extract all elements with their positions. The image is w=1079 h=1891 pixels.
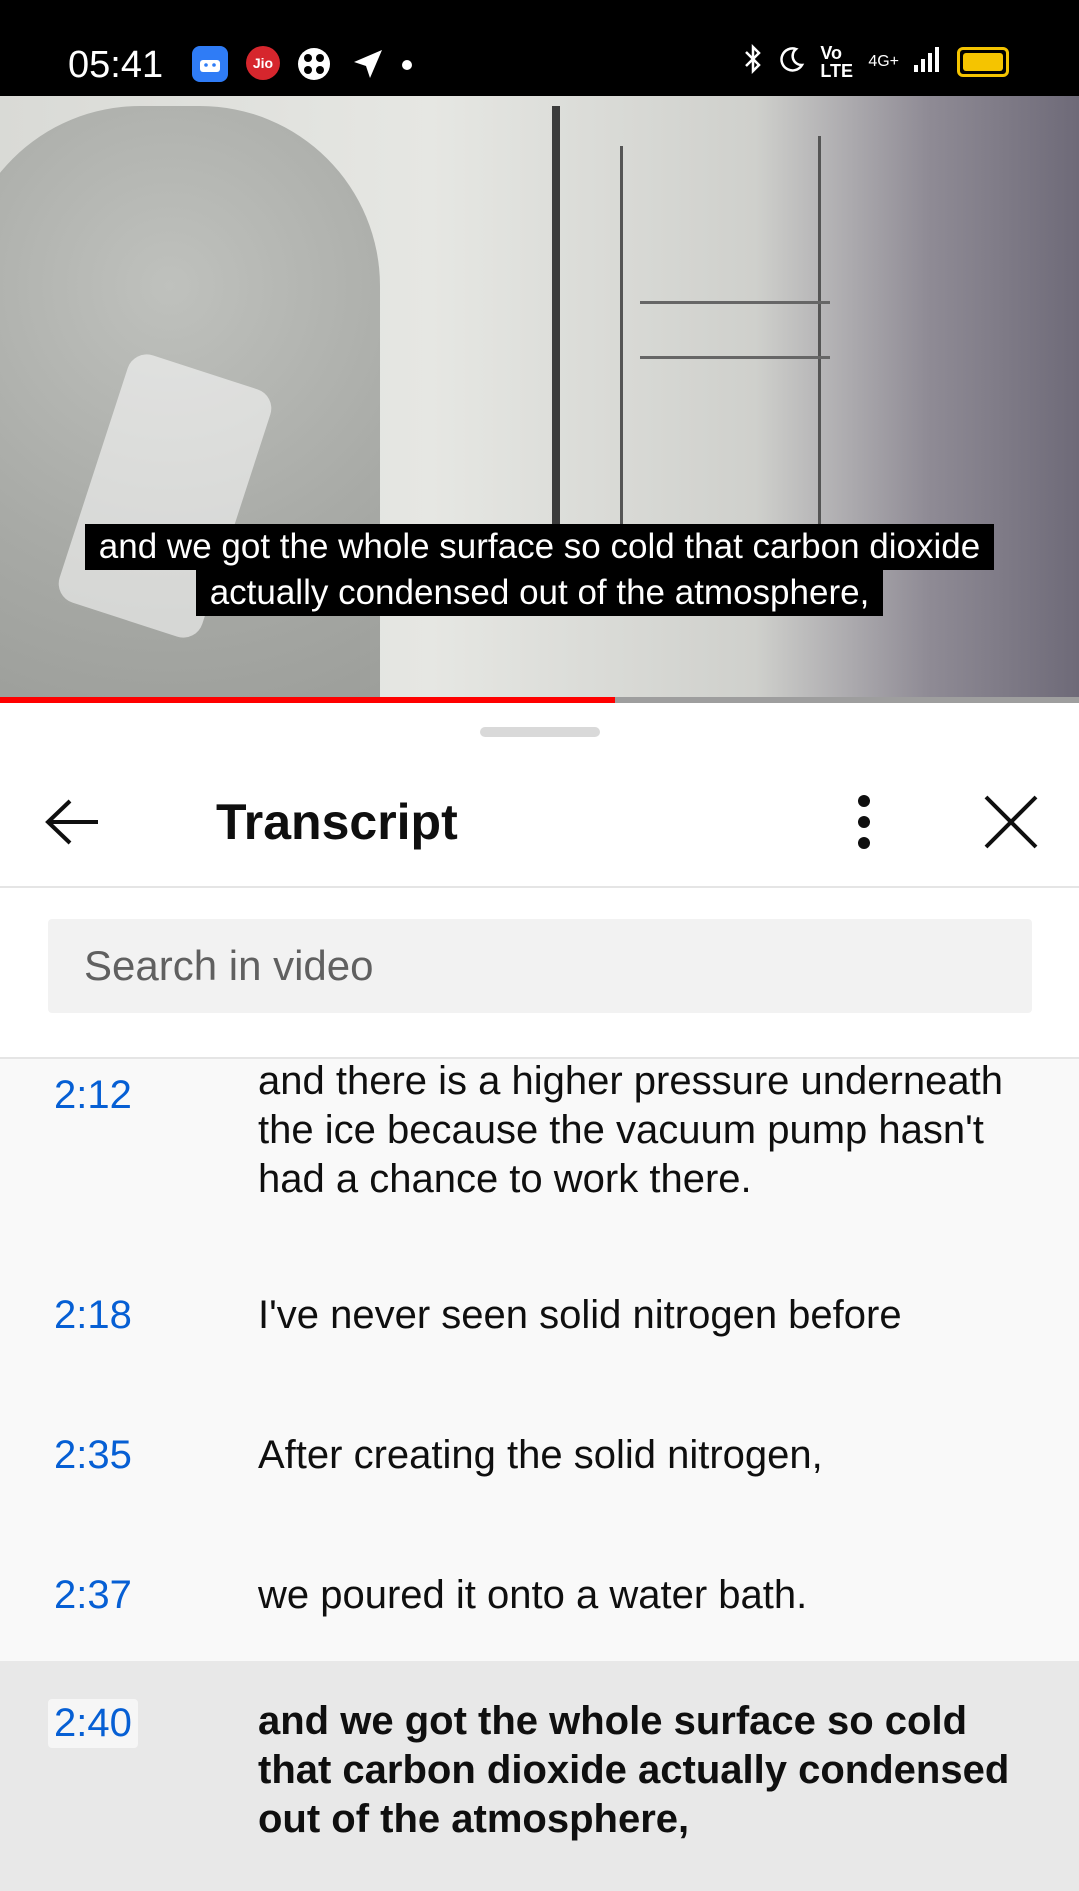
board-plate-bottom	[640, 356, 830, 359]
caption-line-1: and we got the whole surface so cold tha…	[84, 524, 995, 570]
more-options-button[interactable]	[842, 787, 886, 857]
segment-text: we poured it onto a water bath.	[258, 1573, 808, 1617]
signal-label: 4G+	[868, 53, 899, 70]
transcript-segment[interactable]: 2:18 I've never seen solid nitrogen befo…	[0, 1241, 1079, 1381]
app-icon	[192, 46, 228, 82]
status-time: 05:41	[68, 44, 164, 86]
segment-timestamp[interactable]: 2:37	[48, 1571, 138, 1620]
video-captions: and we got the whole surface so cold tha…	[0, 524, 1079, 616]
board-tube-left	[620, 146, 623, 536]
transcript-segment[interactable]: 2:12 and there is a higher pressure unde…	[0, 1059, 1079, 1241]
back-arrow-icon	[45, 799, 98, 845]
navigation-icon	[350, 46, 386, 82]
caption-line-2: actually condensed out of the atmosphere…	[195, 570, 884, 616]
game-icon	[296, 46, 332, 82]
video-player[interactable]: and we got the whole surface so cold tha…	[0, 96, 1079, 699]
bluetooth-icon	[742, 43, 764, 80]
back-button[interactable]	[40, 787, 110, 857]
close-icon	[984, 795, 1038, 849]
transcript-list: 2:12 and there is a higher pressure unde…	[0, 1059, 1079, 1891]
transcript-segment[interactable]: 2:37 we poured it onto a water bath.	[0, 1521, 1079, 1661]
transcript-segment-active[interactable]: 2:40 and we got the whole surface so col…	[0, 1661, 1079, 1891]
more-vertical-icon	[858, 795, 870, 849]
moon-icon	[778, 45, 806, 79]
segment-text: and there is a higher pressure underneat…	[258, 1059, 1003, 1201]
notification-dot-icon	[402, 60, 412, 70]
segment-timestamp[interactable]: 2:18	[48, 1291, 138, 1340]
segment-timestamp[interactable]: 2:12	[48, 1071, 138, 1120]
segment-text: I've never seen solid nitrogen before	[258, 1293, 902, 1337]
segment-text: and we got the whole surface so cold tha…	[258, 1699, 1010, 1841]
board-frame-left	[552, 106, 560, 536]
signal-icon	[913, 45, 943, 79]
transcript-header: Transcript	[0, 751, 1079, 886]
segment-text: After creating the solid nitrogen,	[258, 1433, 823, 1477]
segment-timestamp[interactable]: 2:40	[48, 1699, 138, 1748]
board-plate-top	[640, 301, 830, 304]
drag-handle[interactable]	[480, 727, 600, 737]
search-input[interactable]	[48, 919, 1032, 1013]
status-bar: 05:41 Jio Vo LTE 4G+	[0, 0, 1079, 96]
panel-title: Transcript	[216, 794, 458, 850]
transcript-panel: Transcript 2:12 and there is a higher pr…	[0, 703, 1079, 1891]
segment-timestamp[interactable]: 2:35	[48, 1431, 138, 1480]
network-label: Vo LTE	[820, 43, 853, 81]
close-button[interactable]	[976, 787, 1046, 857]
transcript-segment[interactable]: 2:35 After creating the solid nitrogen,	[0, 1381, 1079, 1521]
battery-icon	[957, 47, 1009, 77]
header-divider	[0, 886, 1079, 888]
board-tube-right	[818, 136, 821, 536]
status-right-icons: Vo LTE 4G+	[742, 43, 1009, 81]
jio-icon: Jio	[246, 46, 280, 80]
